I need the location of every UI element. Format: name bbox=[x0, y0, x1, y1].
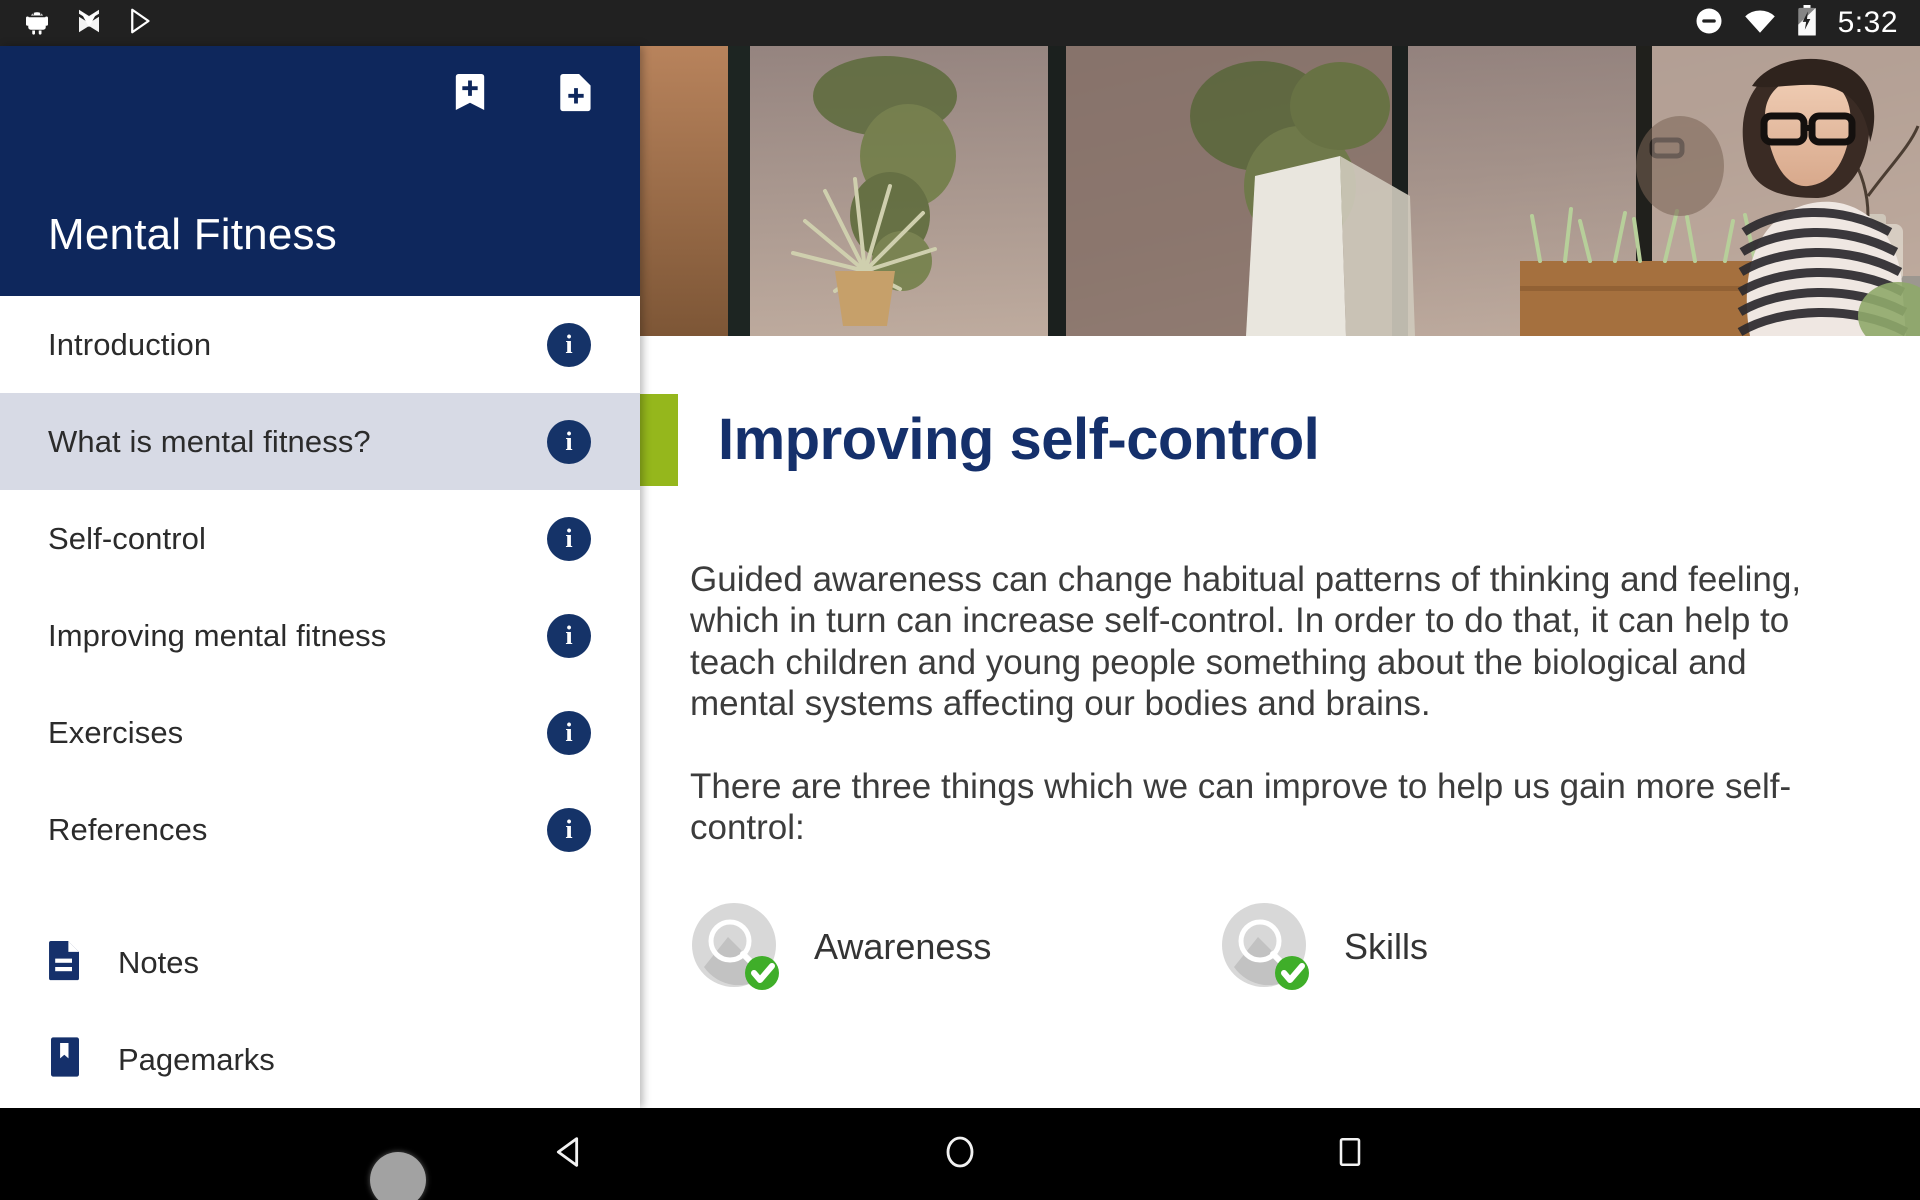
sidebar-item-introduction[interactable]: Introduction i bbox=[0, 296, 640, 393]
info-icon-glyph: i bbox=[565, 426, 573, 456]
battery-charging-icon bbox=[1796, 4, 1818, 42]
triangle-back-icon bbox=[550, 1132, 590, 1177]
info-icon-glyph: i bbox=[565, 523, 573, 553]
status-bar-left-icons bbox=[0, 6, 156, 41]
sidebar-item-improving-mental-fitness[interactable]: Improving mental fitness i bbox=[0, 587, 640, 684]
play-store-icon bbox=[126, 6, 156, 41]
sidebar-item-label: Introduction bbox=[48, 326, 212, 362]
check-badge bbox=[745, 955, 779, 990]
square-recents-icon bbox=[1332, 1134, 1368, 1175]
sidebar-item-references[interactable]: References i bbox=[0, 781, 640, 878]
title-accent-bar bbox=[640, 394, 678, 486]
back-button[interactable] bbox=[440, 1108, 700, 1200]
circle-home-icon bbox=[940, 1132, 980, 1177]
sidebar-item-notes[interactable]: Notes bbox=[0, 914, 640, 1011]
recents-button[interactable] bbox=[1220, 1108, 1480, 1200]
sidebar-item-label: Pagemarks bbox=[118, 1041, 275, 1077]
info-icon[interactable]: i bbox=[547, 322, 591, 367]
sidebar-item-label: Improving mental fitness bbox=[48, 617, 387, 653]
article: Improving self-control Guided awareness … bbox=[640, 394, 1920, 993]
pagemark-bookmark-icon bbox=[48, 1036, 82, 1083]
drawer-action-buttons bbox=[442, 66, 604, 122]
hero-image bbox=[640, 46, 1920, 336]
content-pane: Improving self-control Guided awareness … bbox=[640, 46, 1920, 1108]
info-icon-glyph: i bbox=[565, 717, 573, 747]
list-item[interactable]: Skills bbox=[1220, 901, 1750, 993]
status-bar-clock: 5:32 bbox=[1837, 6, 1898, 39]
article-paragraph-2: There are three things which we can impr… bbox=[690, 767, 1792, 848]
do-not-disturb-icon bbox=[1694, 6, 1724, 41]
android-navigation-bar bbox=[0, 1108, 1920, 1200]
touch-indicator bbox=[370, 1152, 426, 1200]
drawer-tool-list: Notes Pagemarks bbox=[0, 896, 640, 1108]
check-badge bbox=[1275, 955, 1309, 990]
home-button[interactable] bbox=[830, 1108, 1090, 1200]
list-item-label: Skills bbox=[1344, 925, 1429, 967]
info-icon-glyph: i bbox=[565, 814, 573, 844]
status-bar-right-icons: 5:32 bbox=[1694, 4, 1920, 42]
magnifier-circle-icon bbox=[1220, 901, 1312, 993]
info-icon-glyph: i bbox=[565, 620, 573, 650]
android-icon bbox=[22, 6, 52, 41]
navigation-drawer: Mental Fitness Introduction i What is me… bbox=[0, 46, 640, 1108]
info-icon[interactable]: i bbox=[547, 419, 591, 464]
note-add-icon bbox=[553, 69, 599, 120]
list-item[interactable]: Awareness bbox=[690, 901, 1220, 993]
notes-document-icon bbox=[48, 939, 82, 986]
sidebar-item-label: References bbox=[48, 811, 208, 847]
sidebar-item-what-is-mental-fitness[interactable]: What is mental fitness? i bbox=[0, 393, 640, 490]
status-bar: 5:32 bbox=[0, 0, 1920, 46]
info-icon[interactable]: i bbox=[547, 613, 591, 658]
sidebar-item-label: What is mental fitness? bbox=[48, 423, 371, 459]
sidebar-item-pagemarks[interactable]: Pagemarks bbox=[0, 1011, 640, 1108]
add-bookmark-button[interactable] bbox=[442, 66, 498, 122]
improvement-items-row: Awareness Skills bbox=[640, 901, 1920, 993]
bookmark-add-icon bbox=[447, 69, 493, 120]
wifi-icon bbox=[1744, 6, 1776, 41]
article-paragraph-1: Guided awareness can change habitual pat… bbox=[690, 560, 1802, 723]
info-icon[interactable]: i bbox=[547, 710, 591, 755]
list-item-label: Awareness bbox=[814, 925, 992, 967]
drawer-nav-list: Introduction i What is mental fitness? i… bbox=[0, 296, 640, 878]
sidebar-item-label: Exercises bbox=[48, 714, 184, 750]
drawer-title: Mental Fitness bbox=[48, 210, 337, 259]
sidebar-item-exercises[interactable]: Exercises i bbox=[0, 684, 640, 781]
sidebar-item-label: Self-control bbox=[48, 520, 206, 556]
info-icon[interactable]: i bbox=[547, 516, 591, 561]
add-note-button[interactable] bbox=[548, 66, 604, 122]
page-title: Improving self-control bbox=[718, 407, 1320, 472]
info-icon[interactable]: i bbox=[547, 807, 591, 852]
article-title-row: Improving self-control bbox=[640, 394, 1920, 486]
magnifier-circle-icon bbox=[690, 901, 782, 993]
sidebar-item-self-control[interactable]: Self-control i bbox=[0, 490, 640, 587]
drawer-header: Mental Fitness bbox=[0, 46, 640, 296]
checkmark-app-icon bbox=[74, 6, 104, 41]
hero-illustration bbox=[640, 46, 1920, 336]
info-icon-glyph: i bbox=[565, 329, 573, 359]
sidebar-item-label: Notes bbox=[118, 944, 199, 980]
device-screen: 5:32 Improving self-control Guided aware… bbox=[0, 0, 1920, 1200]
